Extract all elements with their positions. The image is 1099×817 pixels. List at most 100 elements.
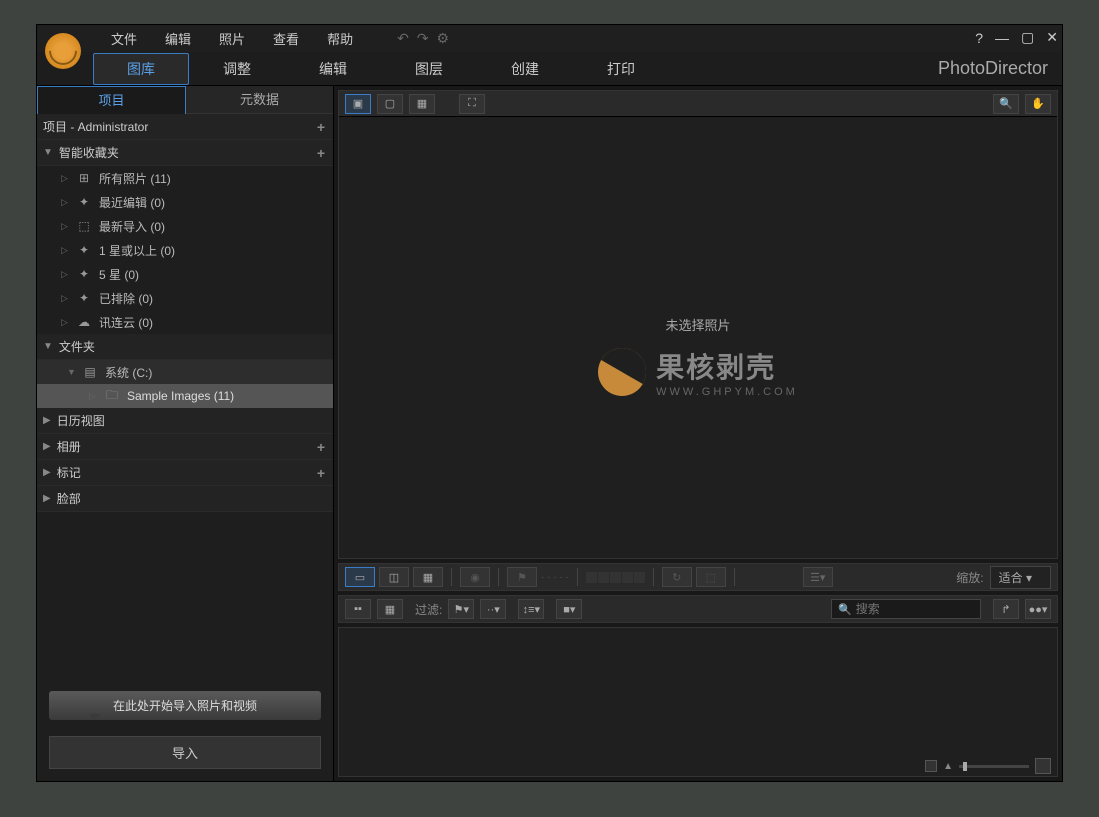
zoom-select[interactable]: 适合 ▾ bbox=[990, 566, 1051, 589]
face-detect-icon[interactable]: ◉ bbox=[460, 567, 490, 587]
filter-flag-icon[interactable]: ⚑▾ bbox=[448, 599, 474, 619]
rotate-icon[interactable]: ↻ bbox=[662, 567, 692, 587]
drive-icon: ▤ bbox=[83, 365, 97, 379]
filter-color-icon[interactable]: ■▾ bbox=[556, 599, 582, 619]
project-header-label: 项目 - Administrator bbox=[43, 118, 148, 135]
layout-compare-icon[interactable]: ◫ bbox=[379, 567, 409, 587]
section-smart-label: 智能收藏夹 bbox=[59, 144, 119, 161]
view-single-icon[interactable]: ▣ bbox=[345, 94, 371, 114]
smart-cloud[interactable]: ▷☁讯连云 (0) bbox=[37, 310, 333, 334]
section-face[interactable]: ▶脸部 bbox=[37, 486, 333, 512]
module-layer[interactable]: 图层 bbox=[381, 53, 477, 85]
section-tag[interactable]: ▶标记+ bbox=[37, 460, 333, 486]
add-album-icon[interactable]: + bbox=[317, 439, 325, 455]
search-box[interactable]: 🔍 ✕ bbox=[831, 599, 981, 619]
section-folders-label: 文件夹 bbox=[59, 338, 95, 355]
smart-recent-edit[interactable]: ▷✦最近编辑 (0) bbox=[37, 190, 333, 214]
menu-view[interactable]: 查看 bbox=[259, 25, 313, 52]
smart-1star[interactable]: ▷✦1 星或以上 (0) bbox=[37, 238, 333, 262]
sort-icon[interactable]: ↕≡▾ bbox=[518, 599, 544, 619]
zoom-label: 缩放: bbox=[956, 569, 983, 586]
sparkle-icon: ✦ bbox=[77, 291, 91, 305]
menu-file[interactable]: 文件 bbox=[97, 25, 151, 52]
filter-toolbar: ▪▪ ▦ 过滤: ⚑▾ ··▾ ↕≡▾ ■▾ 🔍 ✕ ↱ ●●▾ bbox=[338, 595, 1058, 623]
add-tag-icon[interactable]: + bbox=[317, 465, 325, 481]
layout-grid-icon[interactable]: ▦ bbox=[413, 567, 443, 587]
section-calendar[interactable]: ▶日历视图 bbox=[37, 408, 333, 434]
watermark-main: 果核剥壳 bbox=[656, 346, 798, 386]
section-folders[interactable]: ▼ 文件夹 bbox=[37, 334, 333, 360]
close-icon[interactable]: ✕ bbox=[1046, 29, 1058, 46]
view-mode2-icon[interactable]: ▦ bbox=[377, 599, 403, 619]
folder-icon: 🗀 bbox=[105, 386, 119, 407]
main-menu: 文件 编辑 照片 查看 帮助 bbox=[97, 25, 367, 52]
tri-icon: ▷ bbox=[61, 293, 69, 304]
add-project-icon[interactable]: + bbox=[317, 119, 325, 135]
undo-icon[interactable]: ↶ bbox=[397, 30, 409, 47]
smart-excluded[interactable]: ▷✦已排除 (0) bbox=[37, 286, 333, 310]
module-create[interactable]: 创建 bbox=[477, 53, 573, 85]
color-labels[interactable] bbox=[586, 572, 645, 583]
module-edit[interactable]: 编辑 bbox=[285, 53, 381, 85]
fullscreen-icon[interactable]: ⛶ bbox=[459, 94, 485, 114]
folder-sample-images[interactable]: ▷🗀Sample Images (11) bbox=[37, 384, 333, 408]
tri-icon: ▷ bbox=[61, 197, 69, 208]
thumb-size-slider[interactable] bbox=[959, 765, 1029, 768]
app-logo-icon bbox=[45, 33, 81, 69]
zoom-icon[interactable]: 🔍 bbox=[993, 94, 1019, 114]
watermark-sub: WWW.GHPYM.COM bbox=[656, 386, 798, 398]
caret-right-icon: ▶ bbox=[43, 467, 51, 478]
menu-photo[interactable]: 照片 bbox=[205, 25, 259, 52]
crop-icon[interactable]: ⬚ bbox=[696, 567, 726, 587]
flag-icon[interactable]: ⚑ bbox=[507, 567, 537, 587]
layout-single-icon[interactable]: ▭ bbox=[345, 567, 375, 587]
caret-down-icon: ▼ bbox=[43, 341, 53, 352]
caret-down-icon: ▼ bbox=[67, 367, 75, 377]
tri-icon: ▷ bbox=[61, 269, 69, 280]
smart-latest-import[interactable]: ▷⬚最新导入 (0) bbox=[37, 214, 333, 238]
smart-5star[interactable]: ▷✦5 星 (0) bbox=[37, 262, 333, 286]
settings-gear-icon[interactable]: ⚙ bbox=[437, 30, 450, 47]
redo-icon[interactable]: ↷ bbox=[417, 30, 429, 47]
export-icon[interactable]: ↱ bbox=[993, 599, 1019, 619]
view-grid-icon[interactable]: ▦ bbox=[409, 94, 435, 114]
watermark: 果核剥壳 WWW.GHPYM.COM bbox=[598, 346, 798, 398]
filter-label: 过滤: bbox=[415, 601, 442, 618]
share-flickr-icon[interactable]: ●●▾ bbox=[1025, 599, 1051, 619]
add-smart-icon[interactable]: + bbox=[317, 145, 325, 161]
hand-pan-icon[interactable]: ✋ bbox=[1025, 94, 1051, 114]
view-mode1-icon[interactable]: ▪▪ bbox=[345, 599, 371, 619]
preview-area: ▣ ▢ ▦ ⛶ 🔍 ✋ 未选择照片 果核剥壳 bbox=[338, 90, 1058, 559]
brand-label: PhotoDirector bbox=[938, 58, 1048, 79]
menu-edit[interactable]: 编辑 bbox=[151, 25, 205, 52]
module-print[interactable]: 打印 bbox=[573, 53, 669, 85]
tab-metadata[interactable]: 元数据 bbox=[186, 86, 333, 114]
caret-right-icon: ▶ bbox=[43, 493, 51, 504]
menu-help[interactable]: 帮助 bbox=[313, 25, 367, 52]
minimize-icon[interactable]: — bbox=[995, 30, 1009, 46]
help-icon[interactable]: ? bbox=[975, 30, 983, 46]
thumb-small-icon[interactable] bbox=[925, 760, 937, 772]
search-input[interactable] bbox=[856, 602, 1011, 616]
tab-project[interactable]: 项目 bbox=[37, 86, 186, 114]
tri-icon: ▷ bbox=[61, 317, 69, 328]
section-smart[interactable]: ▼ 智能收藏夹 + bbox=[37, 140, 333, 166]
tri-icon: ▷ bbox=[61, 221, 69, 232]
smart-all-photos[interactable]: ▷⊞所有照片 (11) bbox=[37, 166, 333, 190]
caret-down-icon: ▼ bbox=[43, 147, 53, 158]
module-adjust[interactable]: 调整 bbox=[189, 53, 285, 85]
filter-rating-icon[interactable]: ··▾ bbox=[480, 599, 506, 619]
mid-toolbar: ▭ ◫ ▦ ◉ ⚑ · · · · · ↻ ⬚ ☰▾ 缩放: 适合 bbox=[338, 563, 1058, 591]
caret-right-icon: ▶ bbox=[43, 441, 51, 452]
folder-system-c[interactable]: ▼▤系统 (C:) bbox=[37, 360, 333, 384]
thumb-large-icon[interactable] bbox=[1035, 758, 1051, 774]
module-library[interactable]: 图库 bbox=[93, 53, 189, 85]
tree-icon: ⊞ bbox=[77, 171, 91, 185]
import-button[interactable]: 导入 bbox=[49, 736, 321, 769]
project-header[interactable]: 项目 - Administrator + bbox=[37, 114, 333, 140]
list-icon[interactable]: ☰▾ bbox=[803, 567, 833, 587]
tri-icon: ▷ bbox=[61, 245, 69, 256]
section-album[interactable]: ▶相册+ bbox=[37, 434, 333, 460]
maximize-icon[interactable]: ▢ bbox=[1021, 29, 1034, 46]
view-image-icon[interactable]: ▢ bbox=[377, 94, 403, 114]
